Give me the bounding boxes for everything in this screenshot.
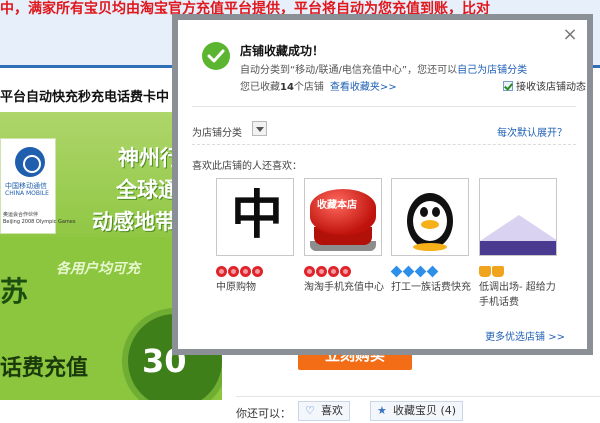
count-suffix: 个店铺 [293,82,324,93]
shop-name-link[interactable]: 低调出场- 超给力手机话费 [479,280,561,310]
china-mobile-logo-icon [15,147,45,177]
banner-line-quanqiutong: 全球通 [116,178,179,202]
banner-line-dongganddidai: 动感地带 [92,210,176,234]
diamond-icon [390,265,403,278]
heart-icon [216,266,227,277]
auto-classify-prefix: 自动分类到 [240,65,290,76]
heart-icon [240,266,251,277]
shop-thumbnail[interactable] [391,178,469,256]
shop-name-link[interactable]: 中原购物 [216,280,298,295]
penguin-beak [421,220,439,229]
mountain-image [480,215,556,241]
category-dropdown[interactable] [252,121,267,136]
recommended-shop[interactable]: 低调出场- 超给力手机话费 [479,178,557,318]
heart-icon [340,266,351,277]
heart-icon [304,266,315,277]
recommended-shop[interactable]: 收藏本店 淘淘手机充值中心 [304,178,384,318]
shop-name-link[interactable]: 淘淘手机充值中心 [304,280,386,295]
view-favorites-link[interactable]: 查看收藏夹>> [330,82,397,93]
banner-province: 苏 [0,275,29,308]
collect-count: 14 [280,82,294,93]
heart-rating [304,262,352,277]
success-check-icon [202,42,230,70]
close-icon[interactable]: × [561,26,579,44]
penguin-eye [420,207,428,217]
logo-olympic-en-text: Beijing 2008 Olympic Games [3,219,76,225]
banner-slogan: 各用户均可充 [56,261,140,277]
shop-name-link[interactable]: 打工一族话费快充 [391,280,473,295]
shop-thumbnail[interactable]: 中 [216,178,294,256]
auto-classify-mid: ，您还可以 [407,65,458,76]
like-button[interactable]: ♡ 喜欢 [298,401,350,421]
divider [192,106,576,107]
diamond-icon [414,265,427,278]
recommended-shop[interactable]: 打工一族话费快充 [390,178,471,318]
self-classify-link[interactable]: 自己为店铺分类 [457,65,527,76]
collect-item-button[interactable]: ★ 收藏宝贝 (4) [370,401,464,421]
crown-icon [492,266,504,277]
collect-success-dialog-frame: × 店铺收藏成功！ 自动分类到“移动/联通/电信充值中心”，您还可以自己为店铺分… [172,14,593,355]
heart-icon [316,266,327,277]
shop-thumbnail[interactable] [479,178,557,256]
collect-item-label: 收藏宝贝 (4) [393,404,457,417]
diamond-icon [426,265,439,278]
star-icon: ★ [377,404,387,417]
also-like-title: 喜欢此店铺的人还喜欢： [192,161,302,172]
action-label: 你还可以： [236,407,291,420]
penguin-eye [432,207,440,217]
product-title: 平台自动快充秒充电话费卡中 [0,90,170,105]
collect-count-line: 您已收藏14个店铺 查看收藏夹>> [240,78,397,93]
heart-outline-icon: ♡ [305,404,315,417]
heart-icon [252,266,263,277]
heart-icon [328,266,339,277]
auto-classify-line: 自动分类到“移动/联通/电信充值中心”，您还可以自己为店铺分类 [240,61,527,76]
subscribe-option[interactable]: 接收该店铺动态 [503,78,586,93]
subscribe-label: 接收该店铺动态 [516,82,586,93]
logo-olympic-text: 奥运会合作伙伴 [3,212,39,218]
banner-charge-text: 话费充值 [0,356,89,381]
lake-image [480,241,556,255]
penguin-feet [413,243,447,251]
like-button-label: 喜欢 [321,404,343,417]
action-row: 你还可以： ♡ 喜欢 ★ 收藏宝贝 (4) [236,396,600,423]
default-expand-link[interactable]: 每次默认展开？ [497,124,567,139]
china-mobile-logo: 中国移动通信 CHINA MOBILE 奥运会合作伙伴 Beijing 2008… [0,138,75,234]
heart-rating [216,262,264,277]
crown-rating [479,262,505,277]
more-shops-link[interactable]: 更多优选店铺 >> [485,328,565,343]
auto-classify-category: “移动/联通/电信充值中心” [290,65,408,76]
diamond-rating [390,262,439,278]
zhong-logo: 中 [231,185,284,246]
diamond-icon [402,265,415,278]
recommended-shop[interactable]: 中 中原购物 [216,178,294,318]
crown-icon [479,266,491,277]
category-label: 为店铺分类 [192,128,242,139]
subscribe-checkbox[interactable] [503,81,513,91]
logo-en-text: CHINA MOBILE [5,190,49,197]
heart-icon [228,266,239,277]
shop-thumbnail[interactable]: 收藏本店 [304,178,382,256]
red-button-text: 收藏本店 [317,200,357,211]
divider [192,144,576,145]
collect-success-dialog: × 店铺收藏成功！ 自动分类到“移动/联通/电信充值中心”，您还可以自己为店铺分… [178,20,587,349]
dialog-title: 店铺收藏成功！ [240,44,325,58]
count-prefix: 您已收藏 [240,82,280,93]
